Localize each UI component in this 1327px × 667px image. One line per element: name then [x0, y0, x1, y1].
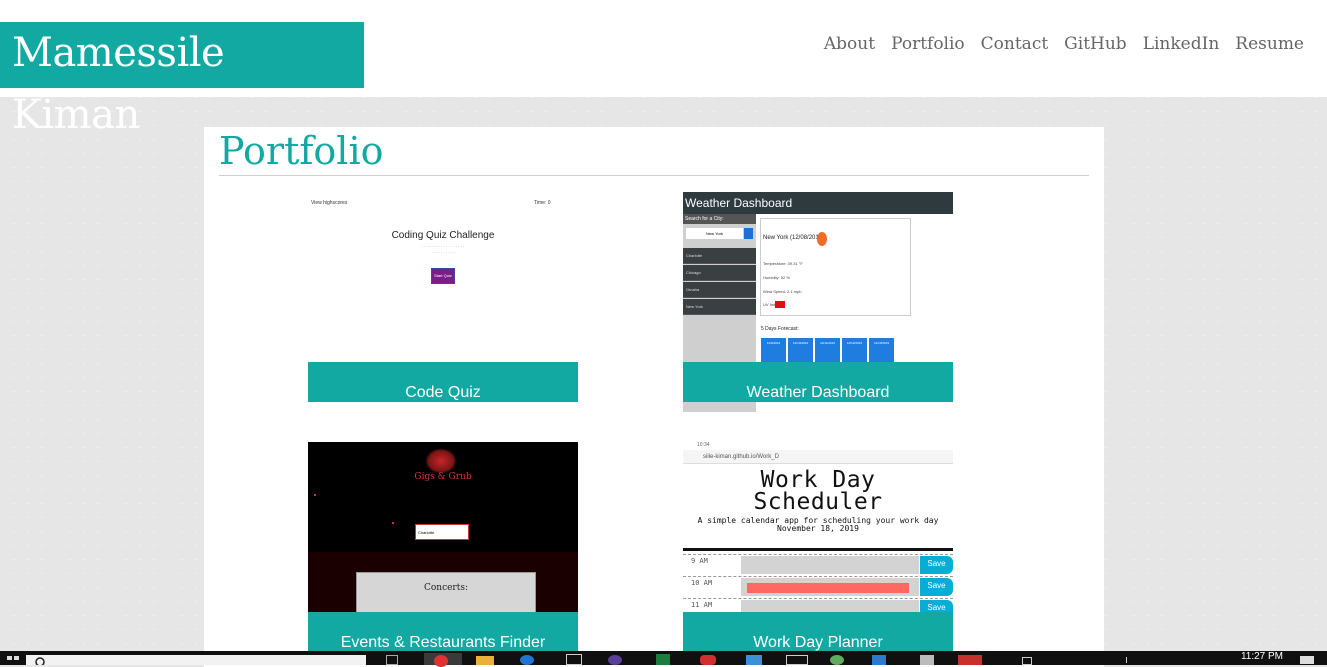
start-icon[interactable] [3, 653, 23, 665]
taskbar-clock[interactable]: 11:27 PM [1241, 651, 1283, 663]
uv-index-badge [775, 301, 785, 308]
phone-status-time: 10:34 [697, 442, 710, 448]
vscode-icon[interactable] [608, 655, 622, 665]
sun-icon [817, 232, 827, 246]
time-block-row: 10 AM Save [683, 576, 953, 597]
weather-current-city: New York (12/08/2019) [763, 235, 825, 241]
tray-icon[interactable] [1022, 657, 1032, 665]
time-block-hour: 9 AM [691, 557, 708, 565]
quiz-description: · · · · · · · · · · · · · · · · · · · · ·… [421, 244, 465, 255]
events-concerts-panel: Concerts: [356, 572, 536, 612]
project-card-events-finder[interactable]: Gigs & Grub · · · · · · · · · · Charlott… [308, 442, 578, 652]
weather-city-item: Omaha [683, 282, 756, 298]
time-block-current [747, 583, 909, 593]
weather-search-label: Search for a City: [683, 214, 756, 224]
workday-title: Work Day Scheduler [683, 469, 953, 515]
workday-subtitle: A simple calendar app for scheduling you… [683, 517, 953, 533]
app-icon[interactable] [700, 655, 716, 665]
nav-link-resume[interactable]: Resume [1235, 34, 1304, 54]
project-caption: Events & Restaurants Finder [308, 612, 578, 652]
quiz-title: Coding Quiz Challenge [391, 230, 495, 241]
phone-status-bar: 10:34 [683, 442, 953, 450]
chrome-icon[interactable] [424, 653, 462, 667]
portfolio-section: Portfolio View highscores Time: 0 Coding… [204, 127, 1104, 667]
site-header: Mamessile Kiman About Portfolio Contact … [0, 0, 1327, 138]
weather-header: Weather Dashboard [683, 192, 953, 214]
store-icon[interactable] [566, 654, 582, 665]
workday-date: November 18, 2019 [777, 524, 859, 533]
events-logo-text: Gigs & Grub [414, 472, 472, 482]
chrome-badge-icon [434, 655, 448, 667]
project-caption: Code Quiz [308, 362, 578, 402]
weather-wind: Wind Speed: 2.1 mph [763, 289, 802, 294]
title-divider [219, 175, 1089, 176]
app-icon[interactable] [746, 655, 762, 665]
site-brand[interactable]: Mamessile Kiman [0, 22, 364, 138]
browser-url-bar: siile-kiman.github.io/Work_D [683, 450, 953, 464]
project-card-code-quiz[interactable]: View highscores Time: 0 Coding Quiz Chal… [308, 192, 578, 402]
app-icon[interactable] [786, 655, 808, 665]
decorative-dot [392, 522, 394, 524]
file-explorer-icon[interactable] [476, 656, 494, 665]
task-view-icon[interactable] [386, 655, 398, 665]
weather-humidity: Humidity: 52 % [763, 275, 790, 280]
time-block-hour: 11 AM [691, 601, 713, 609]
volume-icon[interactable] [1126, 657, 1139, 663]
weather-city-item: New York [683, 299, 756, 315]
weather-forecast-label: 5 Days Forecast: [761, 326, 799, 332]
taskbar-search-input[interactable] [26, 655, 366, 665]
nav-link-github[interactable]: GitHub [1064, 34, 1127, 54]
time-block-row: 11 AM Save [683, 598, 953, 612]
project-card-weather-dashboard[interactable]: Weather Dashboard Search for a City: New… [683, 192, 953, 412]
project-caption: Work Day Planner [683, 612, 953, 652]
quiz-timer: Time: 0 [534, 200, 551, 206]
nav-link-about[interactable]: About [824, 34, 875, 54]
time-block-hour: 10 AM [691, 579, 713, 587]
app-icon[interactable] [872, 655, 886, 665]
project-caption: Weather Dashboard [683, 362, 953, 402]
app-icon[interactable] [958, 655, 982, 665]
project-card-work-day-planner[interactable]: 10:34 siile-kiman.github.io/Work_D Work … [683, 442, 953, 652]
time-block-row: 9 AM Save [683, 554, 953, 575]
excel-icon[interactable] [656, 654, 670, 665]
time-block-save-button: Save [920, 578, 953, 596]
workday-title-line-2: Scheduler [753, 489, 883, 515]
work-day-screenshot: 10:34 siile-kiman.github.io/Work_D Work … [683, 442, 953, 612]
nav-link-portfolio[interactable]: Portfolio [891, 34, 965, 54]
decorative-dot [314, 494, 316, 496]
quiz-start-button: Start Quiz [431, 268, 455, 284]
workday-divider [683, 548, 953, 551]
nav-link-linkedin[interactable]: LinkedIn [1143, 34, 1220, 54]
code-quiz-screenshot: View highscores Time: 0 Coding Quiz Chal… [308, 192, 578, 362]
weather-search-input: New York [686, 228, 743, 239]
weather-search-icon [744, 228, 753, 239]
os-taskbar: 11:27 PM [0, 651, 1327, 667]
weather-current-panel: New York (12/08/2019) Temperature: 39.31… [760, 218, 911, 316]
weather-city-item: Charlotte [683, 248, 756, 264]
time-block-textarea [741, 600, 919, 612]
edge-icon[interactable] [520, 655, 534, 665]
events-concerts-label: Concerts: [423, 583, 469, 593]
weather-temperature: Temperature: 39.31 °F [763, 261, 803, 266]
quiz-highscores-link: View highscores [311, 200, 348, 206]
events-finder-screenshot: Gigs & Grub · · · · · · · · · · Charlott… [308, 442, 578, 612]
time-block-textarea [741, 556, 919, 574]
weather-city-item: Chicago [683, 265, 756, 281]
app-icon[interactable] [830, 655, 844, 665]
events-logo-subtext: · · · · · · · · · · [434, 483, 452, 487]
gigs-grub-logo-icon [425, 448, 457, 474]
app-icon[interactable] [920, 655, 934, 665]
time-block-save-button: Save [920, 556, 953, 574]
notification-icon[interactable] [1300, 656, 1314, 664]
portfolio-title: Portfolio [219, 129, 384, 173]
search-icon [35, 657, 45, 665]
main-nav: About Portfolio Contact GitHub LinkedIn … [824, 34, 1304, 54]
time-block-save-button: Save [920, 600, 953, 612]
events-city-input: Charlotte [415, 524, 469, 540]
nav-link-contact[interactable]: Contact [981, 34, 1049, 54]
